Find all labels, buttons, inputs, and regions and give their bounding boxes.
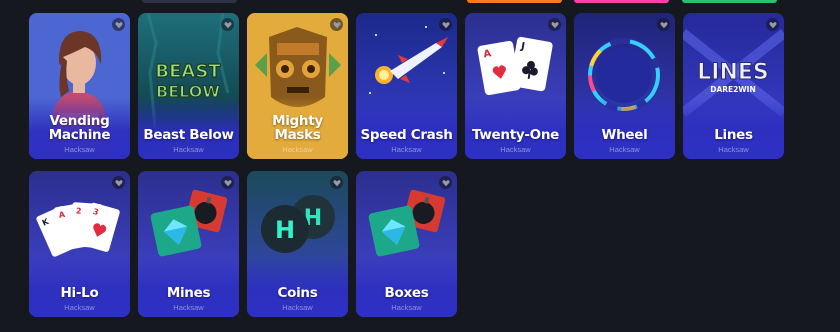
game-provider: Hacksaw: [64, 145, 95, 154]
svg-text:2: 2: [76, 206, 82, 215]
favorite-heart-icon[interactable]: [439, 18, 452, 31]
lines-logo-text: LINES: [697, 60, 769, 85]
game-provider: Hacksaw: [391, 145, 422, 154]
favorite-heart-icon[interactable]: [221, 176, 234, 189]
game-title: Speed Crash: [360, 127, 453, 143]
game-title: Mighty Masks: [272, 113, 323, 143]
game-card-hi-lo[interactable]: K A 2 3 Hi-Lo Hacksaw: [29, 171, 130, 317]
game-provider: Hacksaw: [282, 145, 313, 154]
game-title: Wheel: [601, 127, 648, 143]
svg-text:BEAST: BEAST: [155, 61, 221, 82]
game-title: Beast Below: [143, 127, 234, 143]
favorite-heart-icon[interactable]: [330, 18, 343, 31]
game-card-coins[interactable]: H H Coins Hacksaw: [247, 171, 348, 317]
game-provider: Hacksaw: [500, 145, 531, 154]
favorite-heart-icon[interactable]: [330, 176, 343, 189]
game-provider: Hacksaw: [282, 303, 313, 312]
favorite-heart-icon[interactable]: [112, 176, 125, 189]
game-card-mighty-masks[interactable]: Mighty Masks Hacksaw: [247, 13, 348, 159]
favorite-heart-icon[interactable]: [221, 18, 234, 31]
game-provider: Hacksaw: [718, 145, 749, 154]
game-grid: Vending Machine Hacksaw BEAST BELOW Beas…: [29, 13, 789, 329]
game-title: Twenty-One: [471, 127, 560, 143]
game-card-twenty-one[interactable]: A J Twenty-One Hacksaw: [465, 13, 566, 159]
game-card-boxes[interactable]: Boxes Hacksaw: [356, 171, 457, 317]
favorite-heart-icon[interactable]: [548, 18, 561, 31]
game-title: Coins: [277, 285, 318, 301]
game-row: Vending Machine Hacksaw BEAST BELOW Beas…: [29, 13, 789, 159]
game-card-vending-machine[interactable]: Vending Machine Hacksaw: [29, 13, 130, 159]
game-title: Mines: [166, 285, 211, 301]
game-provider: Hacksaw: [173, 145, 204, 154]
svg-text:H: H: [275, 216, 295, 244]
game-card-beast-below[interactable]: BEAST BELOW Beast Below Hacksaw: [138, 13, 239, 159]
game-title: Boxes: [384, 285, 429, 301]
favorite-heart-icon[interactable]: [766, 18, 779, 31]
game-provider: Hacksaw: [609, 145, 640, 154]
game-row: K A 2 3 Hi-Lo Hacksaw Mines Hacksaw H H …: [29, 171, 789, 317]
game-card-lines[interactable]: LINES DARE2WIN Lines Hacksaw: [683, 13, 784, 159]
game-card-mines[interactable]: Mines Hacksaw: [138, 171, 239, 317]
game-provider: Hacksaw: [391, 303, 422, 312]
favorite-heart-icon[interactable]: [439, 176, 452, 189]
game-title: Vending Machine: [48, 113, 111, 143]
favorite-heart-icon[interactable]: [112, 18, 125, 31]
game-provider: Hacksaw: [173, 303, 204, 312]
game-card-wheel[interactable]: Wheel Hacksaw: [574, 13, 675, 159]
game-title: Lines: [714, 127, 753, 143]
favorite-heart-icon[interactable]: [657, 18, 670, 31]
game-title: Hi-Lo: [60, 285, 99, 301]
game-provider: Hacksaw: [64, 303, 95, 312]
game-card-speed-crash[interactable]: Speed Crash Hacksaw: [356, 13, 457, 159]
lines-logo-subtext: DARE2WIN: [710, 85, 756, 94]
